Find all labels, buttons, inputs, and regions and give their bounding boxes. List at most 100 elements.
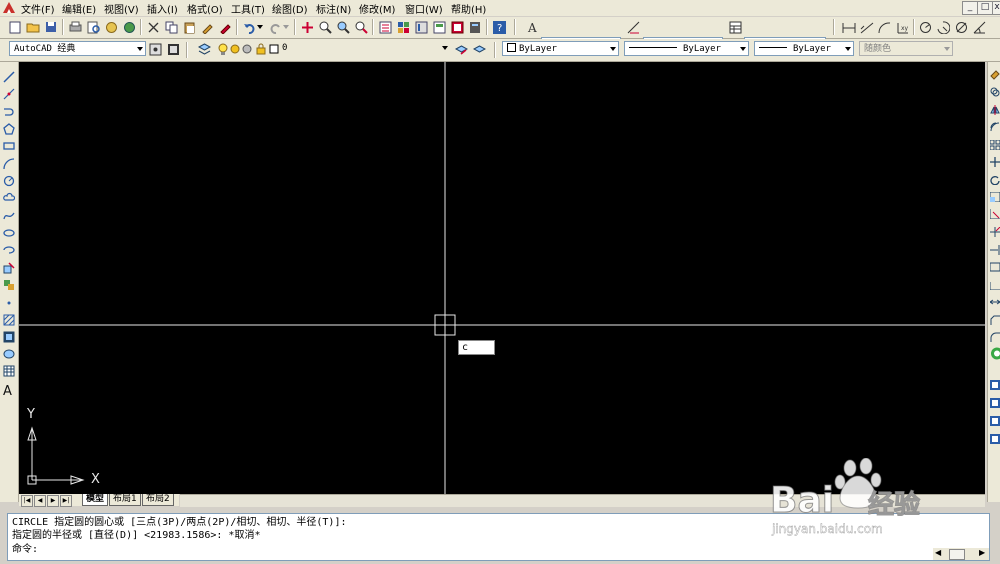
menu-file[interactable]: 文件(F) <box>21 1 55 16</box>
construction-line-icon[interactable] <box>2 87 16 101</box>
command-prompt[interactable]: 命令: <box>12 543 38 556</box>
layer-viewport-freeze-icon[interactable] <box>240 42 254 56</box>
redo-dropdown-icon[interactable] <box>282 20 290 34</box>
paste-icon[interactable] <box>182 20 196 34</box>
revision-cloud-icon[interactable] <box>2 191 16 205</box>
open-folder-icon[interactable] <box>26 20 40 34</box>
move-icon[interactable] <box>989 155 1000 168</box>
command-window[interactable]: CIRCLE 指定圆的圆心或 [三点(3P)/两点(2P)/相切、相切、半径(T… <box>7 513 990 561</box>
3d-dwf-icon[interactable] <box>122 20 136 34</box>
ellipse-icon[interactable] <box>2 226 16 240</box>
dim-style-icon[interactable] <box>626 20 640 34</box>
point-icon[interactable] <box>2 296 16 310</box>
arc-length-icon[interactable] <box>878 20 892 34</box>
make-block-icon[interactable] <box>2 278 16 292</box>
color-control-select[interactable]: ByLayer <box>502 41 619 56</box>
layer-select[interactable]: 0 <box>278 41 450 56</box>
offset-icon[interactable] <box>989 120 1000 133</box>
quickcalc-icon[interactable] <box>468 20 482 34</box>
print-icon[interactable] <box>68 20 82 34</box>
fillet-icon[interactable] <box>989 330 1000 343</box>
trim-icon[interactable] <box>989 225 1000 238</box>
layer-lock-icon[interactable] <box>254 42 268 56</box>
plot-preview-icon[interactable] <box>86 20 100 34</box>
tab-model[interactable]: 模型 <box>82 494 109 506</box>
polygon-icon[interactable] <box>2 122 16 136</box>
publish-icon[interactable] <box>104 20 118 34</box>
first-tab-button[interactable]: |◀ <box>21 495 33 507</box>
jogged-dimension-icon[interactable] <box>936 20 950 34</box>
modify-extra-4-icon[interactable] <box>989 432 1000 445</box>
rectangle-icon[interactable] <box>2 139 16 153</box>
break-at-point-icon[interactable] <box>989 260 1000 273</box>
restore-button[interactable]: □ <box>977 1 993 15</box>
array-icon[interactable] <box>989 138 1000 151</box>
command-window-scrollbar[interactable]: ◀ ▶ <box>933 548 989 560</box>
modify-extra-1-icon[interactable] <box>989 378 1000 391</box>
zoom-realtime-icon[interactable] <box>318 20 332 34</box>
make-object-layer-current-icon[interactable] <box>454 42 468 56</box>
zoom-window-icon[interactable] <box>336 20 350 34</box>
chamfer-icon[interactable] <box>989 313 1000 326</box>
multiline-text-icon[interactable]: A <box>2 382 16 396</box>
modify-extra-3-icon[interactable] <box>989 414 1000 427</box>
scroll-thumb[interactable] <box>949 549 965 560</box>
layer-properties-manager-icon[interactable] <box>197 42 211 56</box>
layer-previous-icon[interactable] <box>472 42 486 56</box>
menu-tools[interactable]: 工具(T) <box>231 1 265 16</box>
scroll-left-arrow-icon[interactable]: ◀ <box>935 548 941 557</box>
extend-icon[interactable] <box>989 243 1000 256</box>
menu-insert[interactable]: 插入(I) <box>147 1 178 16</box>
erase-icon[interactable] <box>989 68 1000 81</box>
menu-dimension[interactable]: 标注(N) <box>316 1 351 16</box>
radius-dimension-icon[interactable] <box>918 20 932 34</box>
markup-set-manager-icon[interactable] <box>450 20 464 34</box>
hatch-icon[interactable] <box>2 313 16 327</box>
autocad-app-icon[interactable] <box>2 1 16 14</box>
angular-dimension-icon[interactable] <box>972 20 986 34</box>
aligned-dimension-icon[interactable] <box>860 20 874 34</box>
undo-icon[interactable] <box>242 20 256 34</box>
new-file-icon[interactable] <box>8 20 22 34</box>
copy-object-icon[interactable] <box>989 85 1000 98</box>
undo-dropdown-icon[interactable] <box>256 20 264 34</box>
arc-icon[interactable] <box>2 157 16 171</box>
circle-icon[interactable] <box>2 174 16 188</box>
pan-icon[interactable] <box>300 20 314 34</box>
workspace-select[interactable]: AutoCAD 经典 <box>9 41 146 56</box>
copy-icon[interactable] <box>164 20 178 34</box>
menu-view[interactable]: 视图(V) <box>104 1 139 16</box>
properties-palette-icon[interactable] <box>378 20 392 34</box>
save-icon[interactable] <box>44 20 58 34</box>
explode-icon[interactable] <box>989 347 1000 360</box>
table-icon[interactable] <box>2 364 16 378</box>
gradient-icon[interactable] <box>2 330 16 344</box>
menu-draw[interactable]: 绘图(D) <box>272 1 308 16</box>
design-center-icon[interactable] <box>396 20 410 34</box>
spline-icon[interactable] <box>2 209 16 223</box>
workspace-settings-icon[interactable] <box>148 42 162 56</box>
rotate-icon[interactable] <box>989 173 1000 186</box>
modify-extra-2-icon[interactable] <box>989 396 1000 409</box>
tool-palettes-icon[interactable] <box>414 20 428 34</box>
table-style-icon[interactable] <box>728 20 742 34</box>
ordinate-dimension-icon[interactable]: xy <box>896 20 910 34</box>
menu-format[interactable]: 格式(O) <box>187 1 223 16</box>
diameter-dimension-icon[interactable] <box>954 20 968 34</box>
help-icon[interactable]: ? <box>492 20 506 34</box>
menu-window[interactable]: 窗口(W) <box>405 1 443 16</box>
region-icon[interactable] <box>2 347 16 361</box>
close-button[interactable]: x <box>992 1 1000 15</box>
lineweight-control-select[interactable]: ByLayer <box>754 41 854 56</box>
line-tool-icon[interactable] <box>2 70 16 84</box>
mirror-icon[interactable] <box>989 103 1000 116</box>
scroll-right-arrow-icon[interactable]: ▶ <box>979 548 985 557</box>
minimize-button[interactable]: _ <box>962 1 978 15</box>
prev-tab-button[interactable]: ◀ <box>34 495 46 507</box>
linetype-control-select[interactable]: ByLayer <box>624 41 749 56</box>
save-workspace-icon[interactable] <box>166 42 180 56</box>
redo-icon[interactable] <box>268 20 282 34</box>
menu-help[interactable]: 帮助(H) <box>451 1 486 16</box>
block-editor-icon[interactable] <box>218 20 232 34</box>
tab-layout1[interactable]: 布局1 <box>109 494 141 506</box>
